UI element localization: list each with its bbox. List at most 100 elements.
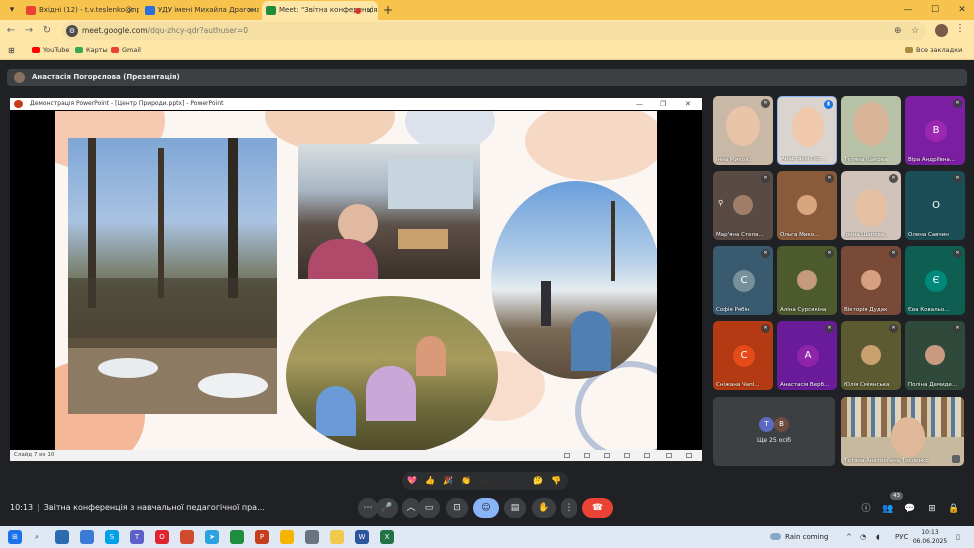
app-icon[interactable] xyxy=(305,530,319,544)
close-icon[interactable]: ✕ xyxy=(127,1,134,20)
mic-button[interactable]: 🎤 xyxy=(376,498,398,518)
expand-icon[interactable] xyxy=(952,455,960,463)
windows-start-icon[interactable]: ⊞ xyxy=(8,530,22,544)
profile-avatar[interactable] xyxy=(935,24,948,37)
reaction-thumbs-up[interactable]: 👍 xyxy=(423,474,437,488)
reaction-thinking[interactable]: 🤔 xyxy=(531,474,545,488)
tab-gmail[interactable]: Вхідні (12) - t.v.teslenko@npu.edu.ua ✕ xyxy=(22,1,139,20)
reaction-sad[interactable]: 😢 xyxy=(513,474,527,488)
app-icon[interactable] xyxy=(80,530,94,544)
raise-hand-button[interactable]: ✋ xyxy=(532,498,556,518)
bookmark-maps[interactable]: Карты xyxy=(75,42,108,59)
tab-meet[interactable]: Meet: "Звітна конференція ✕ xyxy=(262,1,378,20)
bookmark-youtube[interactable]: YouTube xyxy=(32,42,69,59)
normal-view-icon[interactable] xyxy=(624,453,630,458)
close-icon[interactable]: ✕ xyxy=(247,1,254,20)
network-icon[interactable]: ◔ xyxy=(860,526,866,548)
reactions-button[interactable]: ☺ xyxy=(473,498,499,518)
people-icon[interactable]: 👥 xyxy=(880,501,896,517)
tray-chevron-icon[interactable]: ^ xyxy=(846,526,852,548)
system-clock[interactable]: 10:13 06.06.2025 xyxy=(910,528,950,546)
reaction-thumbs-down[interactable]: 👎 xyxy=(549,474,563,488)
reaction-laugh[interactable]: 😂 xyxy=(477,474,491,488)
shared-screen[interactable]: Демонстрація PowerPoint - [Центр Природи… xyxy=(10,98,702,461)
bookmark-gmail[interactable]: Gmail xyxy=(111,42,141,59)
notifications-icon[interactable]: ▯ xyxy=(956,526,960,548)
more-options-icon[interactable]: ⋮ xyxy=(561,498,577,518)
powerpoint-icon[interactable]: P xyxy=(255,530,269,544)
present-button[interactable]: ⊡ xyxy=(446,498,468,518)
participant-tile[interactable]: А ✕ Анастасія Верб... xyxy=(777,321,837,390)
participant-tile[interactable]: ✕ Ольга Мико... xyxy=(777,171,837,240)
chat-icon[interactable]: 💬 xyxy=(902,501,918,517)
close-icon[interactable]: ✕ xyxy=(366,1,373,20)
reading-view-icon[interactable] xyxy=(666,453,672,458)
pin-icon[interactable]: ⚲ xyxy=(718,199,723,207)
view-icon[interactable] xyxy=(584,453,590,458)
minimize-icon[interactable]: — xyxy=(896,0,920,20)
others-tile[interactable]: Т В Ще 25 осіб xyxy=(713,397,835,466)
participant-tile[interactable]: В ✕ Віра Андріївна... xyxy=(905,96,965,165)
maximize-icon[interactable]: ☐ xyxy=(923,0,947,20)
reaction-surprised[interactable]: 😮 xyxy=(495,474,509,488)
participant-tile[interactable]: ▮ Анастасія Пог... xyxy=(777,96,837,165)
participant-tile[interactable]: ⚲ ✕ Мар'яна Степа... xyxy=(713,171,773,240)
more-audio-icon[interactable]: ⋯ xyxy=(358,498,378,518)
participant-tile[interactable]: ✕ Інна Микол... xyxy=(713,96,773,165)
host-controls-icon[interactable]: 🔒 xyxy=(946,501,962,517)
address-bar[interactable]: ⚙ meet.google.com/dqu-zhcy-qdr?authuser=… xyxy=(62,22,926,40)
apps-icon[interactable]: ⊞ xyxy=(8,42,15,59)
url-text[interactable]: meet.google.com/dqu-zhcy-qdr?authuser=0 xyxy=(82,22,248,40)
app-icon[interactable] xyxy=(180,530,194,544)
opera-icon[interactable]: O xyxy=(155,530,169,544)
slide-sorter-icon[interactable] xyxy=(644,453,650,458)
search-icon[interactable]: ⌕ xyxy=(30,530,44,544)
participant-tile[interactable]: Є ✕ Єва Ковальо... xyxy=(905,246,965,315)
camera-button[interactable]: ▭ xyxy=(418,498,440,518)
teams-icon[interactable]: T xyxy=(130,530,144,544)
slideshow-icon[interactable] xyxy=(686,453,692,458)
word-icon[interactable]: W xyxy=(355,530,369,544)
close-icon[interactable]: ✕ xyxy=(685,98,691,110)
site-info-icon[interactable]: ⚙ xyxy=(66,25,78,37)
tab-udu[interactable]: УДУ імені Михайла Драгоманова ✕ xyxy=(141,1,259,20)
telegram-icon[interactable]: ➤ xyxy=(205,530,219,544)
participant-tile[interactable]: Тетяна Ісакова xyxy=(841,96,901,165)
skype-icon[interactable]: S xyxy=(105,530,119,544)
keyboard-language[interactable]: РУС xyxy=(895,526,908,548)
view-icon[interactable] xyxy=(604,453,610,458)
participant-tile[interactable]: ✕ Ірина Шапова... xyxy=(841,171,901,240)
participant-tile[interactable]: С ✕ Сніжана Чапі... xyxy=(713,321,773,390)
bookmark-star-icon[interactable]: ☆ xyxy=(911,24,919,38)
participant-tile[interactable]: ✕ Юлія Сміянська xyxy=(841,321,901,390)
participant-tile[interactable]: О ✕ Олена Савчин xyxy=(905,171,965,240)
minimize-icon[interactable]: — xyxy=(636,98,643,110)
edge-icon[interactable] xyxy=(230,530,244,544)
meeting-details-icon[interactable]: ⓘ xyxy=(858,501,874,517)
zoom-icon[interactable]: ⊕ xyxy=(894,24,902,38)
leave-call-button[interactable]: ☎ xyxy=(582,498,613,518)
notes-icon[interactable] xyxy=(564,453,570,458)
back-icon[interactable]: ← xyxy=(4,23,18,39)
chrome-menu-icon[interactable]: ⋮ xyxy=(955,23,965,34)
forward-icon[interactable]: → xyxy=(22,23,36,39)
chrome-icon[interactable] xyxy=(280,530,294,544)
excel-icon[interactable]: X xyxy=(380,530,394,544)
participant-tile[interactable]: С ✕ Софія Рябін xyxy=(713,246,773,315)
file-explorer-icon[interactable] xyxy=(330,530,344,544)
reaction-party[interactable]: 🎉 xyxy=(441,474,455,488)
self-tile[interactable]: Тетяна Анатоліївна Тесленко xyxy=(841,397,964,466)
reaction-heart[interactable]: 💖 xyxy=(405,474,419,488)
new-tab-button[interactable]: + xyxy=(383,1,393,19)
participant-tile[interactable]: ✕ Вікторія Дудак xyxy=(841,246,901,315)
close-window-icon[interactable]: ✕ xyxy=(950,0,974,20)
captions-button[interactable]: ▤ xyxy=(504,498,526,518)
reload-icon[interactable]: ↻ xyxy=(40,23,54,39)
weather-widget[interactable]: Rain coming xyxy=(770,526,828,548)
participant-tile[interactable]: ✕ Поліна Демиде... xyxy=(905,321,965,390)
volume-icon[interactable]: ◖ xyxy=(876,526,880,548)
restore-icon[interactable]: ❐ xyxy=(660,98,666,110)
all-bookmarks[interactable]: Все закладки xyxy=(905,42,962,59)
participant-tile[interactable]: ✕ Аліна Сурсякіна xyxy=(777,246,837,315)
tab-search-icon[interactable]: ▾ xyxy=(4,2,20,18)
